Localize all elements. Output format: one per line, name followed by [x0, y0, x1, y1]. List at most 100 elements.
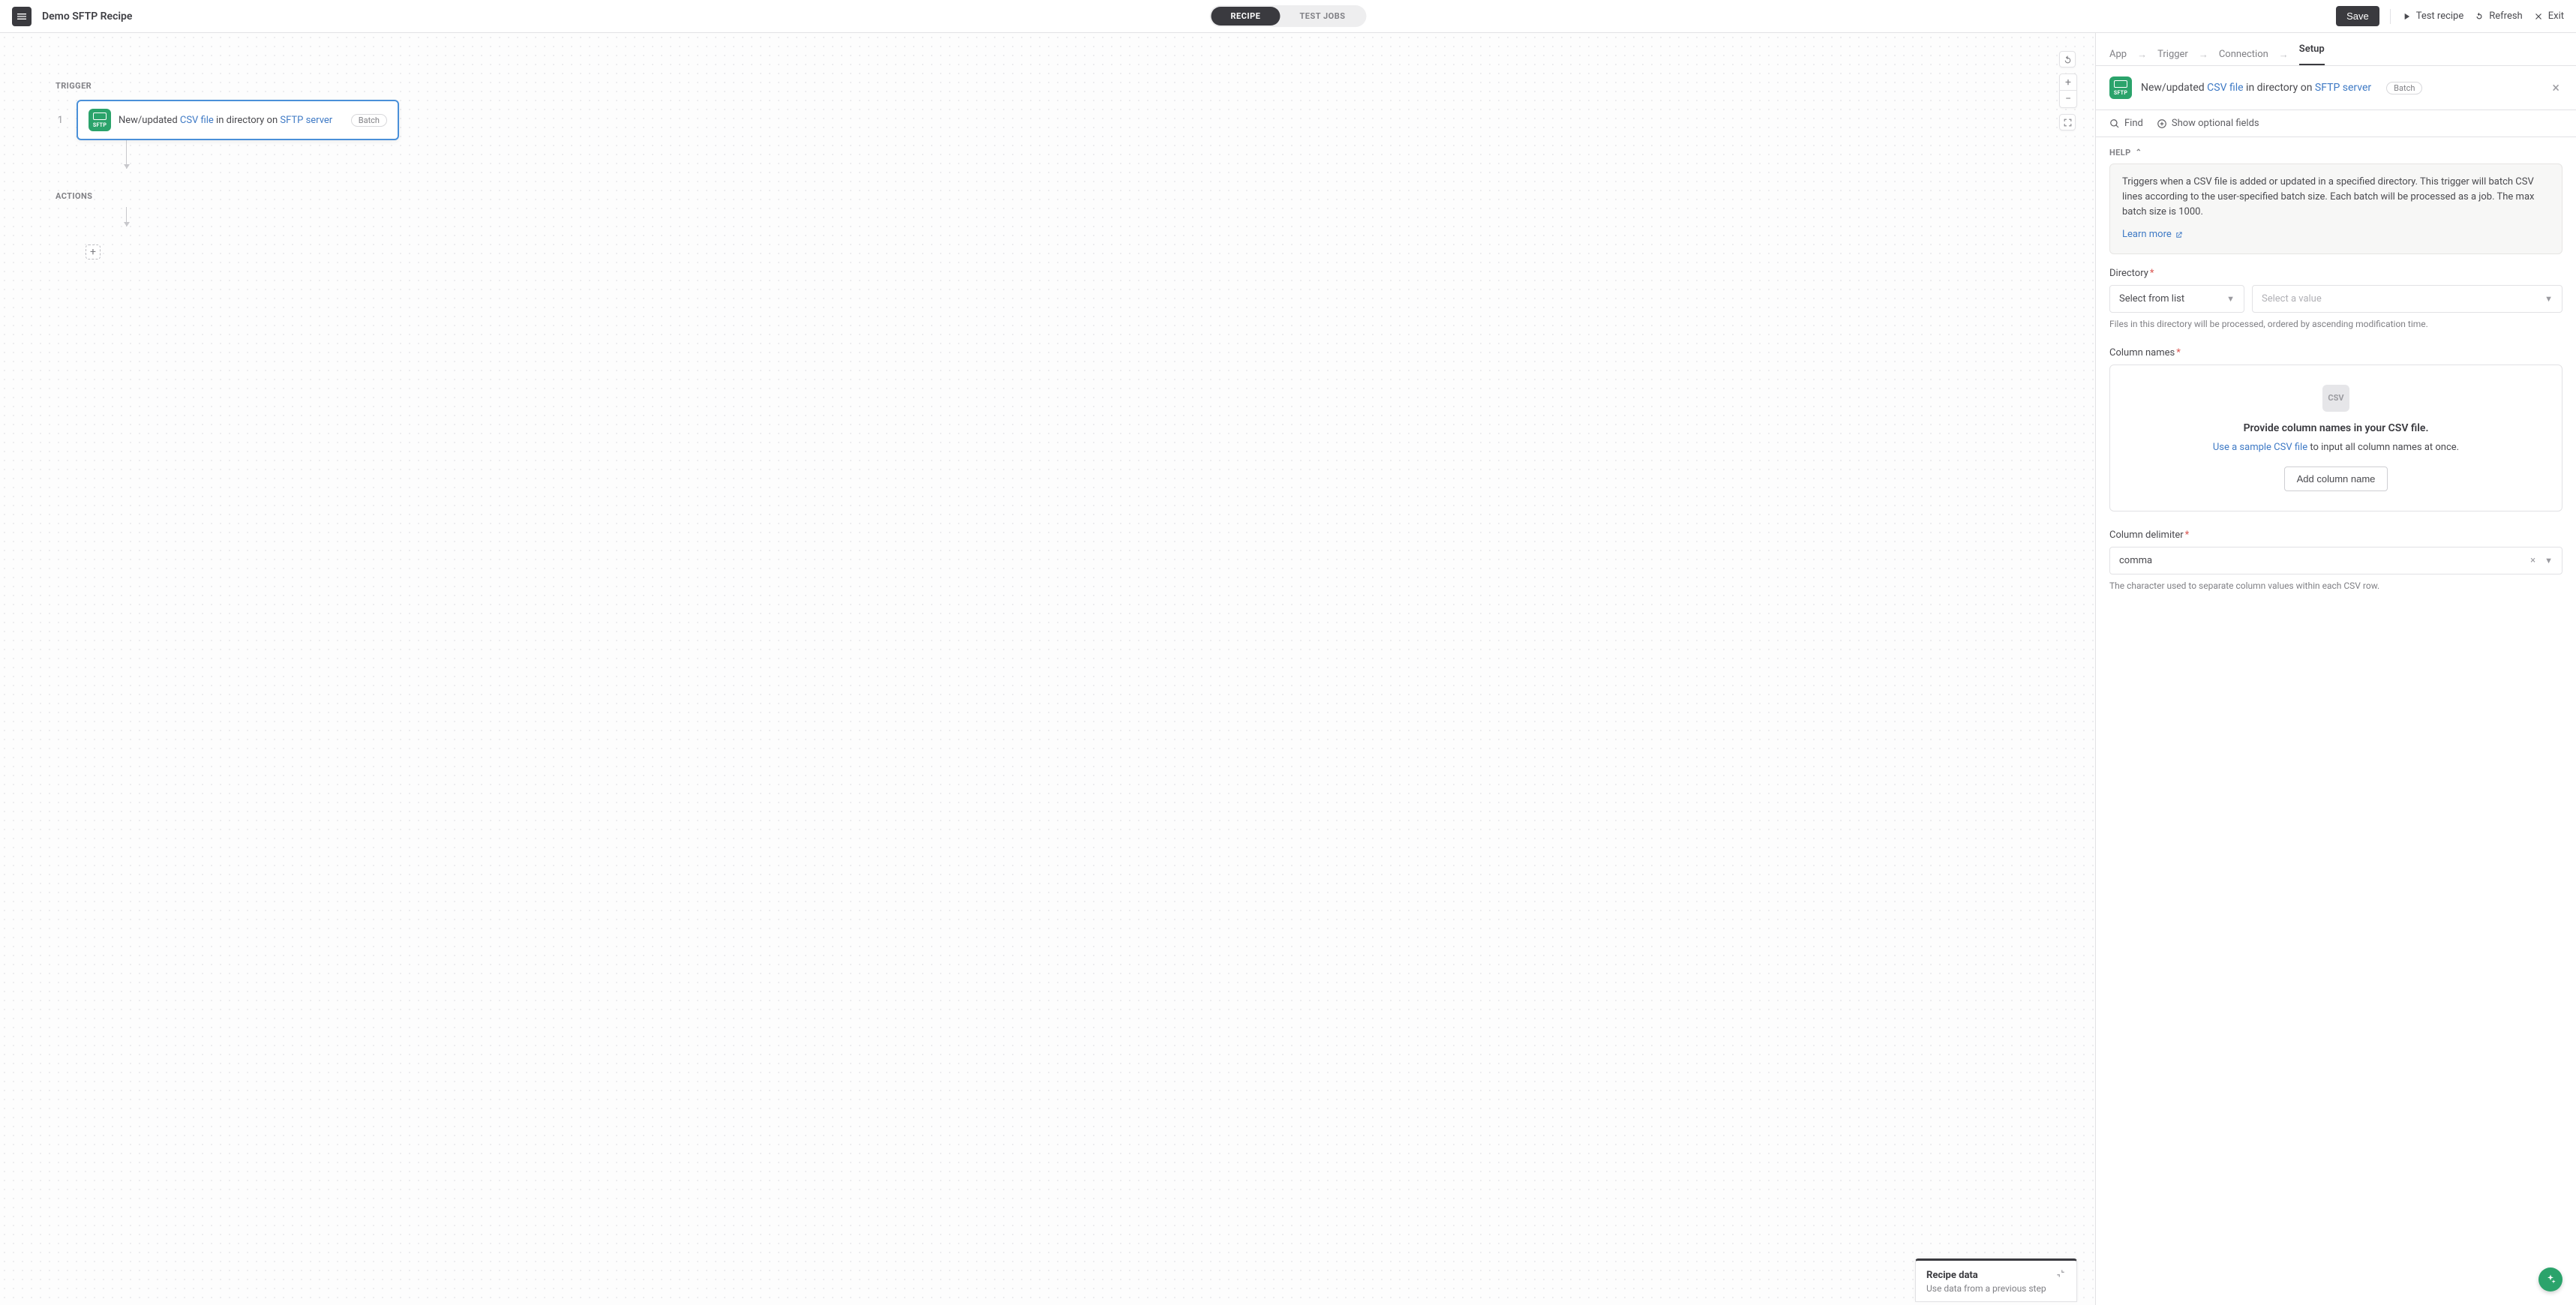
page-title: Demo SFTP Recipe — [42, 10, 132, 22]
crumb-app[interactable]: App — [2109, 49, 2127, 60]
help-label: HELP — [2109, 148, 2131, 158]
show-optional-button[interactable]: Show optional fields — [2157, 118, 2259, 129]
canvas-content: TRIGGER 1 SFTP New/updated CSV file in d… — [56, 81, 399, 260]
find-button[interactable]: Find — [2109, 118, 2143, 129]
divider — [2390, 9, 2391, 24]
actions-section: ACTIONS + — [56, 191, 399, 260]
column-delimiter-hint: The character used to separate column va… — [2109, 580, 2562, 591]
tab-test-jobs[interactable]: TEST JOBS — [1280, 7, 1365, 26]
sparkle-icon — [2544, 1274, 2556, 1286]
close-icon — [2533, 11, 2544, 22]
recipe-data-subtitle: Use data from a previous step — [1926, 1283, 2066, 1294]
learn-more-link[interactable]: Learn more — [2122, 227, 2183, 242]
panel-title: New/updated CSV file in directory on SFT… — [2141, 82, 2371, 94]
refresh-label: Refresh — [2489, 10, 2522, 22]
trigger-step-row: 1 SFTP New/updated CSV file in directory… — [56, 100, 399, 140]
batch-badge: Batch — [351, 114, 387, 127]
column-delimiter-label: Column delimiter* — [2109, 530, 2562, 541]
recipe-data-title: Recipe data — [1926, 1270, 1978, 1281]
menu-icon[interactable] — [12, 7, 32, 26]
main: TRIGGER 1 SFTP New/updated CSV file in d… — [0, 33, 2576, 1305]
clear-icon[interactable]: × — [2526, 555, 2540, 566]
save-button[interactable]: Save — [2336, 6, 2379, 26]
zoom-in-button[interactable]: + — [2060, 74, 2076, 91]
view-toggle: RECIPE TEST JOBS — [1210, 5, 1367, 27]
column-delimiter-select[interactable]: comma × ▼ — [2109, 547, 2562, 574]
undo-icon — [2063, 55, 2073, 64]
chevron-down-icon: ▼ — [2544, 294, 2553, 304]
hamburger-icon — [16, 10, 28, 22]
expand-up-icon — [2055, 1268, 2066, 1279]
help-toggle[interactable]: HELP ⌃ — [2109, 148, 2562, 158]
play-icon — [2401, 11, 2412, 22]
top-header: Demo SFTP Recipe RECIPE TEST JOBS Save T… — [0, 0, 2576, 33]
column-names-card-title: Provide column names in your CSV file. — [2244, 422, 2429, 434]
header-actions: Save Test recipe Refresh Exit — [2336, 6, 2564, 26]
directory-value-placeholder: Select a value — [2262, 293, 2322, 304]
actions-section-label: ACTIONS — [56, 191, 399, 201]
help-fab[interactable] — [2538, 1268, 2562, 1292]
directory-hint: Files in this directory will be processe… — [2109, 319, 2562, 329]
crumb-trigger[interactable]: Trigger — [2157, 49, 2188, 60]
add-step-button[interactable]: + — [86, 244, 101, 260]
connector-line — [126, 140, 127, 169]
exit-label: Exit — [2548, 10, 2564, 22]
add-column-name-button[interactable]: Add column name — [2284, 466, 2388, 491]
refresh-icon — [2474, 11, 2484, 22]
column-delimiter-field: Column delimiter* comma × ▼ The characte… — [2109, 530, 2562, 591]
panel-body[interactable]: HELP ⌃ Triggers when a CSV file is added… — [2096, 137, 2576, 1305]
find-label: Find — [2124, 118, 2143, 129]
batch-badge: Batch — [2386, 82, 2422, 94]
panel-toolbar: Find Show optional fields — [2096, 110, 2576, 137]
chevron-right-icon: → — [2137, 49, 2147, 61]
tab-recipe[interactable]: RECIPE — [1211, 7, 1280, 26]
directory-field: Directory* Select from list ▼ Select a v… — [2109, 268, 2562, 329]
chevron-right-icon: → — [2279, 49, 2289, 61]
column-names-label: Column names* — [2109, 347, 2562, 358]
directory-label: Directory* — [2109, 268, 2562, 279]
panel-header: SFTP New/updated CSV file in directory o… — [2096, 66, 2576, 110]
breadcrumb: App → Trigger → Connection → Setup — [2096, 33, 2576, 65]
show-optional-label: Show optional fields — [2172, 118, 2259, 129]
expand-icon[interactable] — [2055, 1268, 2066, 1282]
sftp-icon: SFTP — [89, 109, 111, 131]
undo-button[interactable] — [2059, 51, 2076, 68]
zoom-out-button[interactable]: − — [2060, 91, 2076, 107]
canvas-pane[interactable]: TRIGGER 1 SFTP New/updated CSV file in d… — [0, 33, 2096, 1305]
chevron-right-icon: → — [2199, 49, 2208, 61]
directory-value-select[interactable]: Select a value ▼ — [2252, 285, 2562, 313]
connector-line — [126, 207, 127, 226]
plus-circle-icon — [2157, 118, 2167, 129]
canvas-controls: + − — [2059, 51, 2077, 130]
recipe-data-card[interactable]: Recipe data Use data from a previous ste… — [1915, 1258, 2077, 1302]
search-icon — [2109, 118, 2120, 129]
exit-button[interactable]: Exit — [2533, 10, 2564, 22]
zoom-controls: + − — [2059, 74, 2077, 108]
config-panel: App → Trigger → Connection → Setup SFTP … — [2096, 33, 2576, 1305]
trigger-card[interactable]: SFTP New/updated CSV file in directory o… — [77, 100, 399, 140]
help-card: Triggers when a CSV file is added or upd… — [2109, 164, 2562, 254]
chevron-down-icon: ▼ — [2226, 294, 2235, 304]
column-delimiter-value: comma — [2119, 555, 2152, 566]
trigger-section-label: TRIGGER — [56, 81, 399, 91]
help-body: Triggers when a CSV file is added or upd… — [2122, 175, 2550, 220]
external-link-icon — [2175, 231, 2183, 239]
sample-csv-link[interactable]: Use a sample CSV file — [2213, 442, 2307, 453]
help-section: HELP ⌃ Triggers when a CSV file is added… — [2109, 148, 2562, 254]
step-number: 1 — [56, 115, 63, 126]
refresh-button[interactable]: Refresh — [2474, 10, 2522, 22]
column-names-card-sub: Use a sample CSV file to input all colum… — [2213, 442, 2459, 453]
column-names-field: Column names* CSV Provide column names i… — [2109, 347, 2562, 512]
test-recipe-button[interactable]: Test recipe — [2401, 10, 2464, 22]
column-names-card: CSV Provide column names in your CSV fil… — [2109, 364, 2562, 512]
test-recipe-label: Test recipe — [2416, 10, 2464, 22]
chevron-down-icon[interactable]: ▼ — [2544, 556, 2553, 566]
directory-mode-value: Select from list — [2119, 293, 2184, 304]
sftp-icon: SFTP — [2109, 76, 2132, 99]
crumb-connection[interactable]: Connection — [2219, 49, 2268, 60]
trigger-text: New/updated CSV file in directory on SFT… — [119, 115, 332, 126]
close-panel-button[interactable]: × — [2549, 77, 2562, 99]
fit-screen-button[interactable] — [2059, 114, 2076, 130]
directory-mode-select[interactable]: Select from list ▼ — [2109, 285, 2244, 313]
crumb-setup[interactable]: Setup — [2299, 44, 2325, 65]
